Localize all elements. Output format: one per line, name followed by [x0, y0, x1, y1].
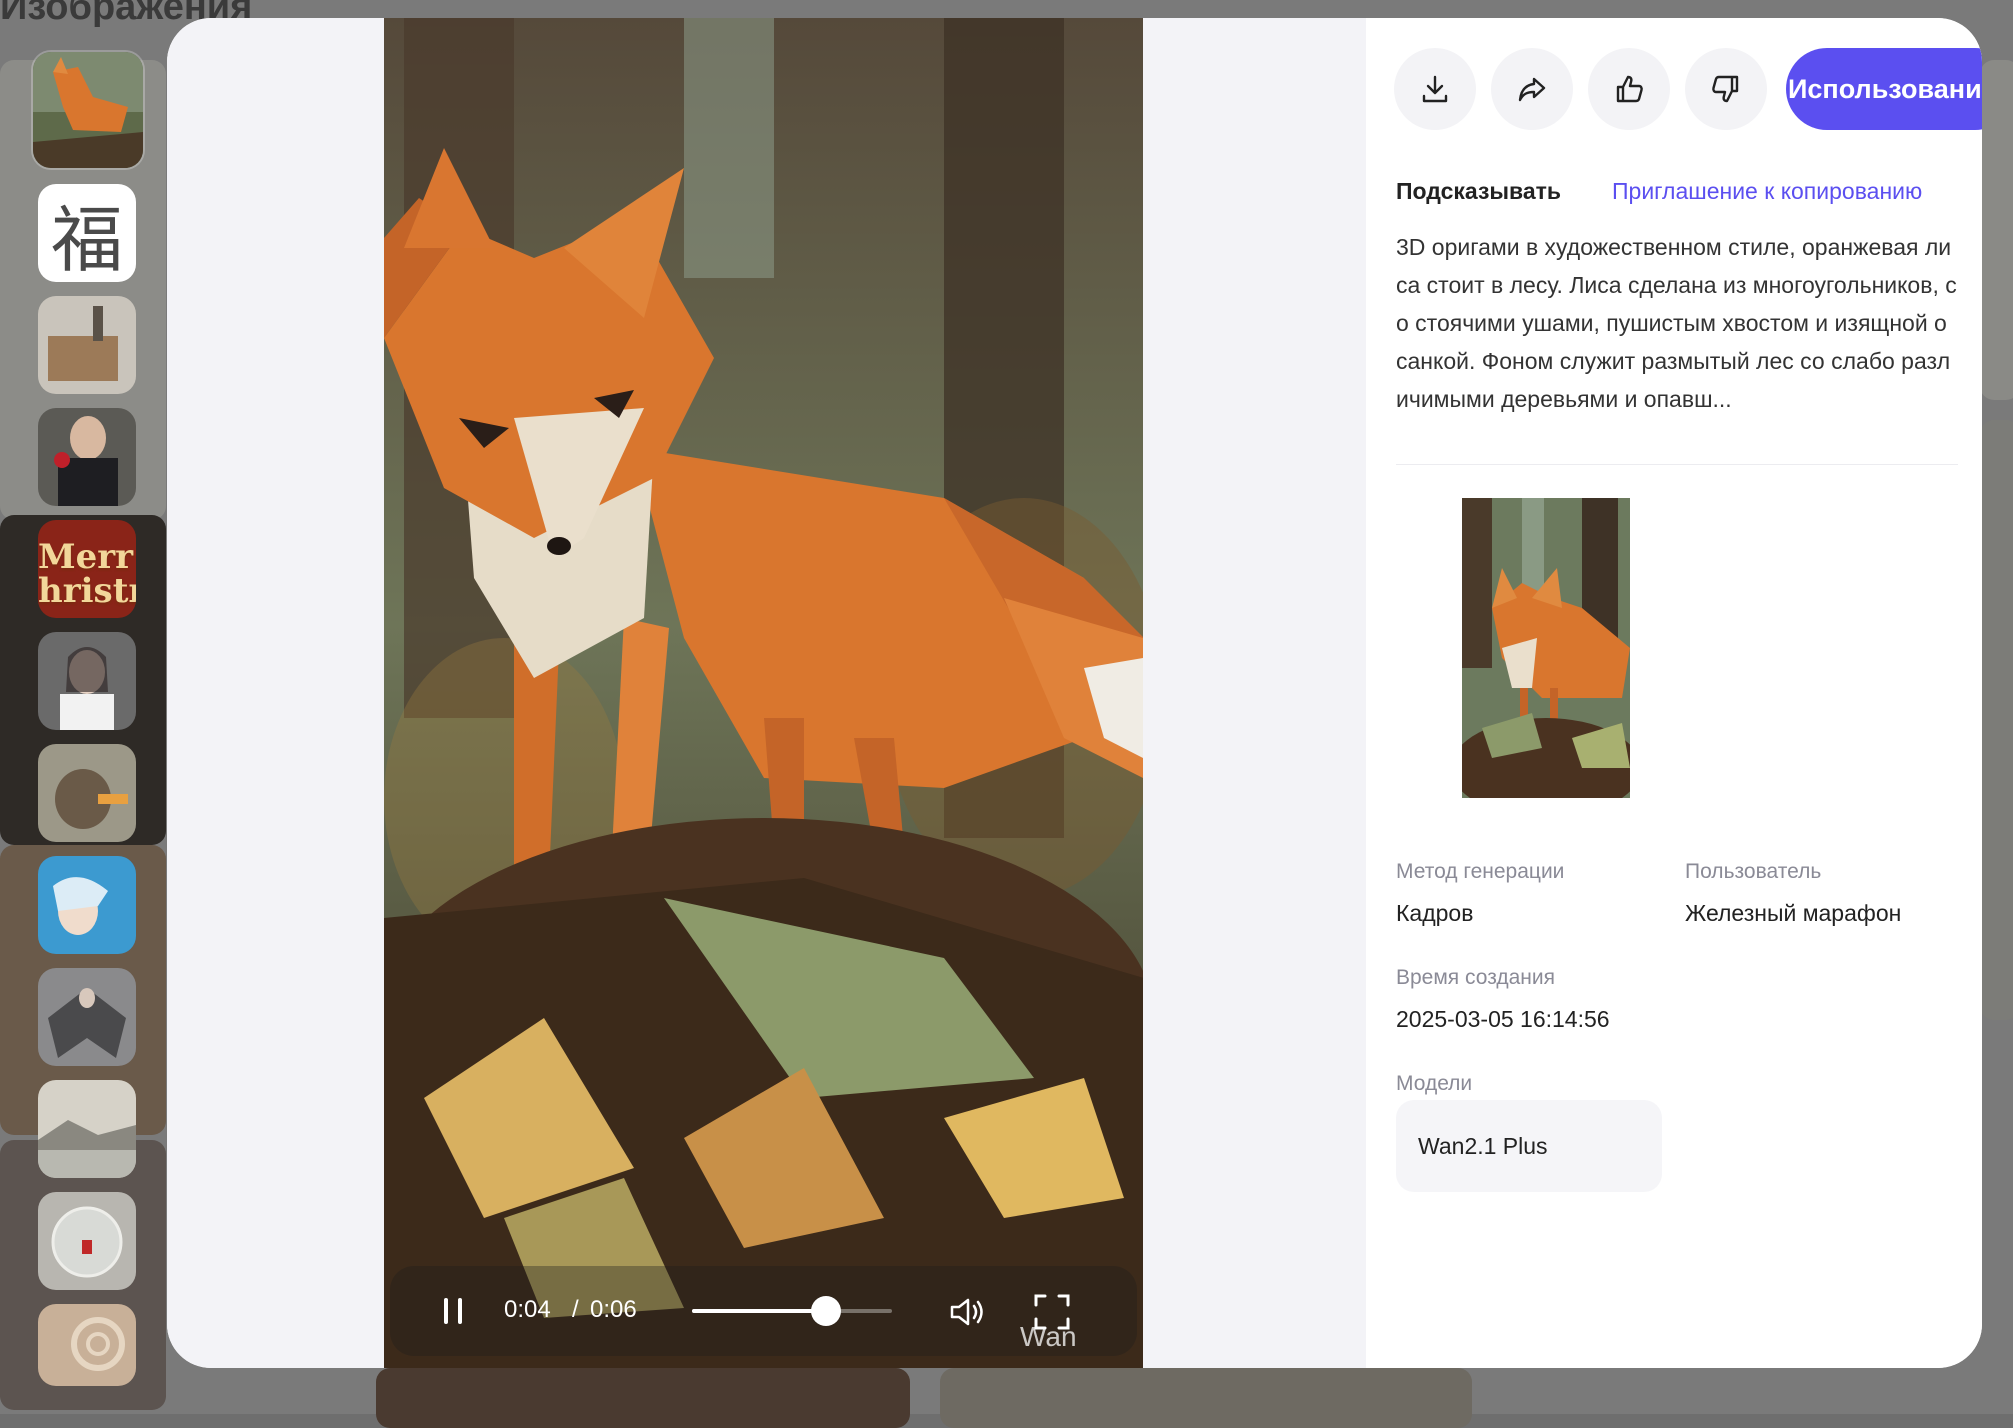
video-controls: 0:04 / 0:06 Wan	[390, 1266, 1137, 1356]
background-tile	[376, 1368, 910, 1428]
background-tile	[1980, 60, 2013, 400]
media-area: 0:04 / 0:06 Wan	[167, 18, 1366, 1368]
user-value[interactable]: Железный марафон	[1685, 900, 1901, 927]
thumb-underwater-girl[interactable]	[38, 856, 136, 954]
prompt-title: Подсказывать	[1396, 178, 1562, 204]
thumb-fu-glyph: 福	[50, 197, 123, 282]
thumb-portrait-image	[38, 632, 136, 730]
background-tile	[1980, 420, 2013, 1020]
volume-icon[interactable]	[946, 1290, 990, 1334]
duration: 0:06	[590, 1296, 637, 1323]
thumb-merry-christmas[interactable]: Merrhristn	[38, 520, 136, 618]
detail-modal: 0:04 / 0:06 Wan Использовани Подсказыват…	[167, 18, 1982, 1368]
thumb-lake-image	[38, 1080, 136, 1178]
divider	[1396, 464, 1958, 465]
use-button[interactable]: Использовани	[1786, 48, 1982, 130]
reference-image-origami-fox	[1462, 498, 1630, 798]
thumb-groundhog[interactable]	[38, 744, 136, 842]
method-label: Метод генерации	[1396, 860, 1565, 883]
current-time: 0:04	[504, 1296, 551, 1323]
details-panel: Использовани Подсказывать Приглашение к …	[1366, 18, 1982, 1368]
models-label: Модели	[1396, 1072, 1473, 1095]
thumb-miniature-image	[38, 296, 136, 394]
time-separator: /	[572, 1296, 579, 1323]
created-value: 2025-03-05 16:14:56	[1396, 1006, 1610, 1032]
download-icon	[1422, 75, 1448, 103]
reference-image[interactable]	[1462, 498, 1630, 798]
thumb-underwater-image	[38, 856, 136, 954]
thumb-swirl-image	[38, 1304, 136, 1386]
thumbs-down-icon	[1712, 75, 1739, 103]
user-label: Пользователь	[1685, 860, 1822, 883]
thumb-rose-image	[38, 408, 136, 506]
thumb-fu-character[interactable]: 福	[38, 184, 136, 282]
thumb-woman-portrait[interactable]	[38, 632, 136, 730]
like-button[interactable]	[1588, 48, 1670, 130]
thumb-lake-landscape[interactable]	[38, 1080, 136, 1178]
wan-watermark: Wan	[1020, 1321, 1077, 1352]
seek-bar-handle[interactable]	[811, 1296, 841, 1326]
thumbs-up-icon	[1616, 75, 1643, 103]
created-label: Время создания	[1396, 966, 1555, 989]
seek-bar-fill	[692, 1309, 826, 1313]
thumb-miniature-scene[interactable]	[38, 296, 136, 394]
copy-prompt-link[interactable]: Приглашение к копированию	[1612, 178, 1922, 205]
share-button[interactable]	[1491, 48, 1573, 130]
share-icon	[1518, 77, 1546, 102]
thumb-glass-sphere[interactable]	[38, 1192, 136, 1290]
thumb-origami-fox[interactable]	[33, 52, 143, 168]
thumb-winged-figure[interactable]	[38, 968, 136, 1066]
thumb-merry-text: Merrhristn	[38, 537, 136, 611]
thumb-groundhog-image	[38, 744, 136, 842]
dislike-button[interactable]	[1685, 48, 1767, 130]
video-player[interactable]: 0:04 / 0:06 Wan	[384, 18, 1143, 1368]
thumb-winged-image	[38, 968, 136, 1066]
thumb-man-with-rose[interactable]	[38, 408, 136, 506]
thumb-sphere-image	[38, 1192, 136, 1290]
video-frame-origami-fox	[384, 18, 1143, 1368]
model-chip[interactable]: Wan2.1 Plus	[1396, 1100, 1662, 1192]
seek-bar[interactable]	[692, 1296, 892, 1326]
pause-icon[interactable]	[438, 1292, 468, 1330]
thumb-swirl[interactable]	[38, 1304, 136, 1386]
prompt-text: 3D оригами в художественном стиле, оранж…	[1396, 234, 1957, 412]
method-value: Кадров	[1396, 900, 1474, 926]
download-button[interactable]	[1394, 48, 1476, 130]
background-tile	[940, 1368, 1472, 1428]
thumb-origami-fox-image	[33, 52, 143, 168]
